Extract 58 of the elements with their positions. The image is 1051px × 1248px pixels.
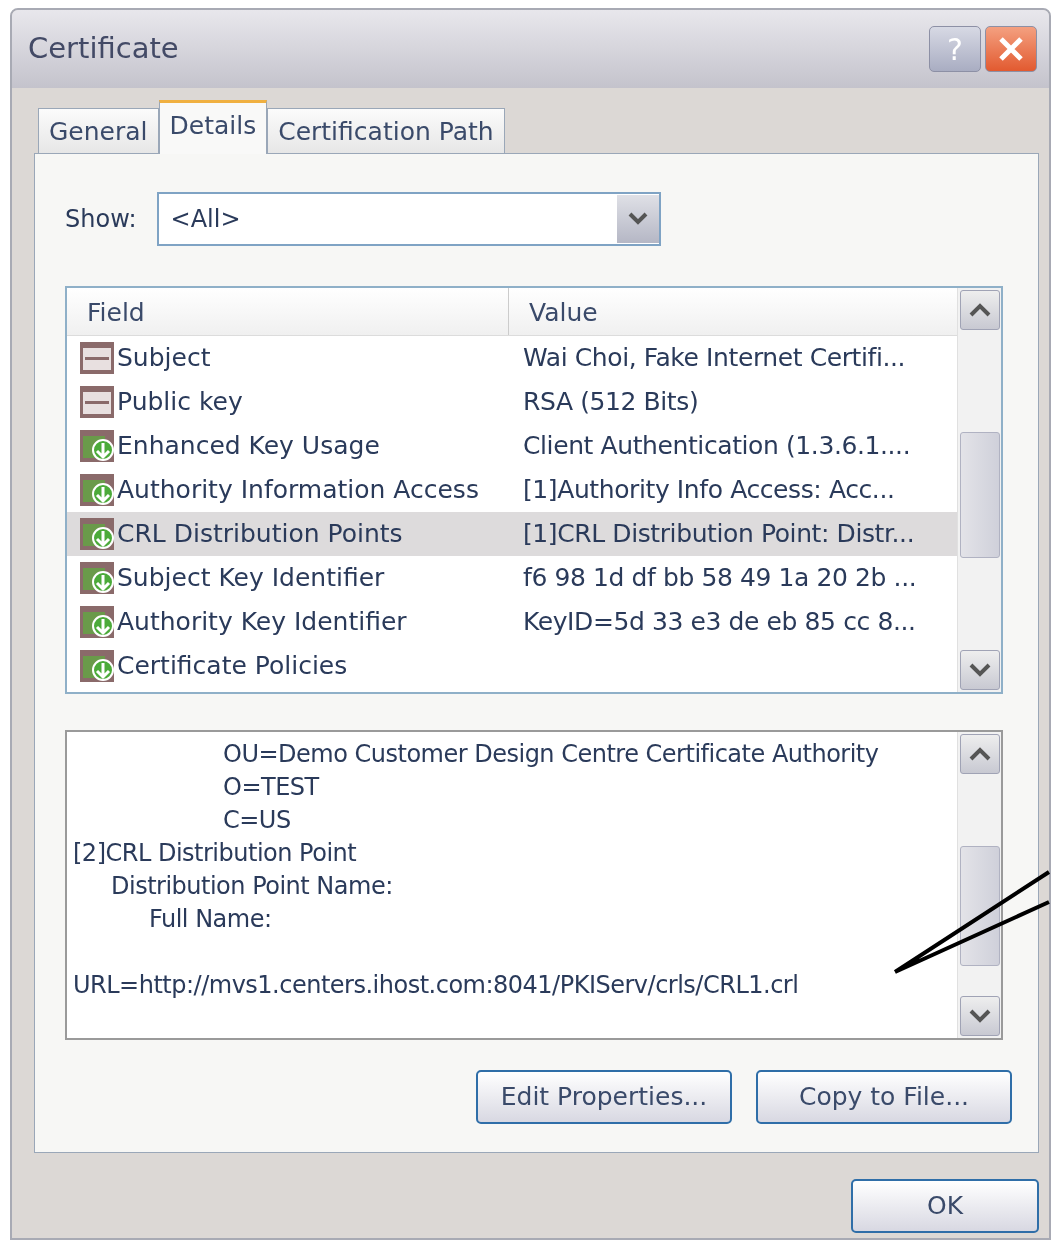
certificate-extension-icon	[79, 472, 115, 508]
column-header[interactable]: Field	[67, 288, 509, 335]
certificate-extension-icon	[79, 604, 115, 640]
field-name: Subject	[117, 342, 211, 375]
field-value: KeyID=5d 33 e3 de eb 85 cc 8...	[522, 606, 916, 639]
field-name: Enhanced Key Usage	[117, 430, 380, 463]
detail-line: C=US	[223, 806, 291, 834]
field-value: Client Authentication (1.3.6.1....	[522, 430, 911, 463]
field-value: [1]Authority Info Access: Acc...	[522, 474, 895, 507]
certificate-extension-icon	[79, 560, 115, 596]
list-row[interactable]: Enhanced Key Usage Client Authentication (1.3.6.1....	[67, 424, 957, 468]
field-name: Public key	[117, 386, 243, 419]
list-row[interactable]: CRL Distribution Points [1]CRL Distribution Point: Distr...	[67, 512, 957, 556]
ok-button[interactable]: OK	[851, 1179, 1039, 1233]
field-value: f6 98 1d df bb 58 49 1a 20 2b ...	[522, 562, 917, 595]
field-value: Wai Choi, Fake Internet Certifi...	[522, 342, 906, 375]
scroll-thumb[interactable]	[960, 846, 1000, 966]
list-row[interactable]: Subject Key Identifier f6 98 1d df bb 58 49 1a 20 2b ...	[67, 556, 957, 600]
field-name: Subject Key Identifier	[117, 562, 385, 595]
scroll-thumb[interactable]	[960, 432, 1000, 558]
scroll-down-icon[interactable]	[960, 650, 1000, 690]
certificate-field-icon	[79, 340, 115, 376]
certificate-field-icon	[79, 384, 115, 420]
field-value: [1]CRL Distribution Point: Distr...	[522, 518, 915, 551]
list-row[interactable]: Authority Information Access [1]Authority Info Access: Acc...	[67, 468, 957, 512]
list-row[interactable]: Authority Key Identifier KeyID=5d 33 e3 de eb 85 cc 8...	[67, 600, 957, 644]
list-row[interactable]: Subject Wai Choi, Fake Internet Certifi...	[67, 336, 957, 380]
close-button[interactable]	[985, 26, 1037, 72]
detail-line: Distribution Point Name:	[111, 872, 393, 900]
certificate-extension-icon	[79, 428, 115, 464]
field-name: CRL Distribution Points	[117, 518, 403, 551]
scroll-up-icon[interactable]	[960, 290, 1000, 330]
url-line: URL=http://mvs1.centers.ihost.com:8041/PKIServ/crls/CRL1.crl	[73, 971, 799, 999]
scroll-up-icon[interactable]	[960, 734, 1000, 774]
certificate-extension-icon	[79, 516, 115, 552]
certificate-extension-icon	[79, 648, 115, 684]
field-value: RSA (512 Bits)	[522, 386, 699, 419]
field-name: Authority Key Identifier	[117, 606, 407, 639]
detail-line: [2]CRL Distribution Point	[73, 839, 357, 867]
window-title: Certificate	[28, 30, 180, 68]
tab[interactable]: General	[38, 108, 159, 154]
detail-line: Full Name:	[149, 905, 272, 933]
field-name: Certificate Policies	[117, 650, 348, 683]
scrollbar[interactable]	[957, 288, 1001, 692]
field-name: Authority Information Access	[117, 474, 479, 507]
detail-line: O=TEST	[223, 773, 319, 801]
column-header[interactable]: Value	[509, 288, 618, 335]
show-label: Show:	[65, 204, 137, 235]
tab[interactable]: Certification Path	[267, 108, 505, 154]
list-row[interactable]: Public key RSA (512 Bits)	[67, 380, 957, 424]
copy-to-file-button[interactable]: Copy to File...	[756, 1070, 1012, 1124]
scroll-down-icon[interactable]	[960, 996, 1000, 1036]
edit-properties-button[interactable]: Edit Properties...	[476, 1070, 732, 1124]
list-row[interactable]: Certificate Policies	[67, 644, 957, 688]
show-dropdown[interactable]: <All>	[156, 192, 661, 246]
detail-line: OU=Demo Customer Design Centre Certificate Authority	[223, 740, 879, 768]
tab[interactable]: Details	[158, 100, 268, 154]
scrollbar[interactable]	[957, 732, 1001, 1038]
